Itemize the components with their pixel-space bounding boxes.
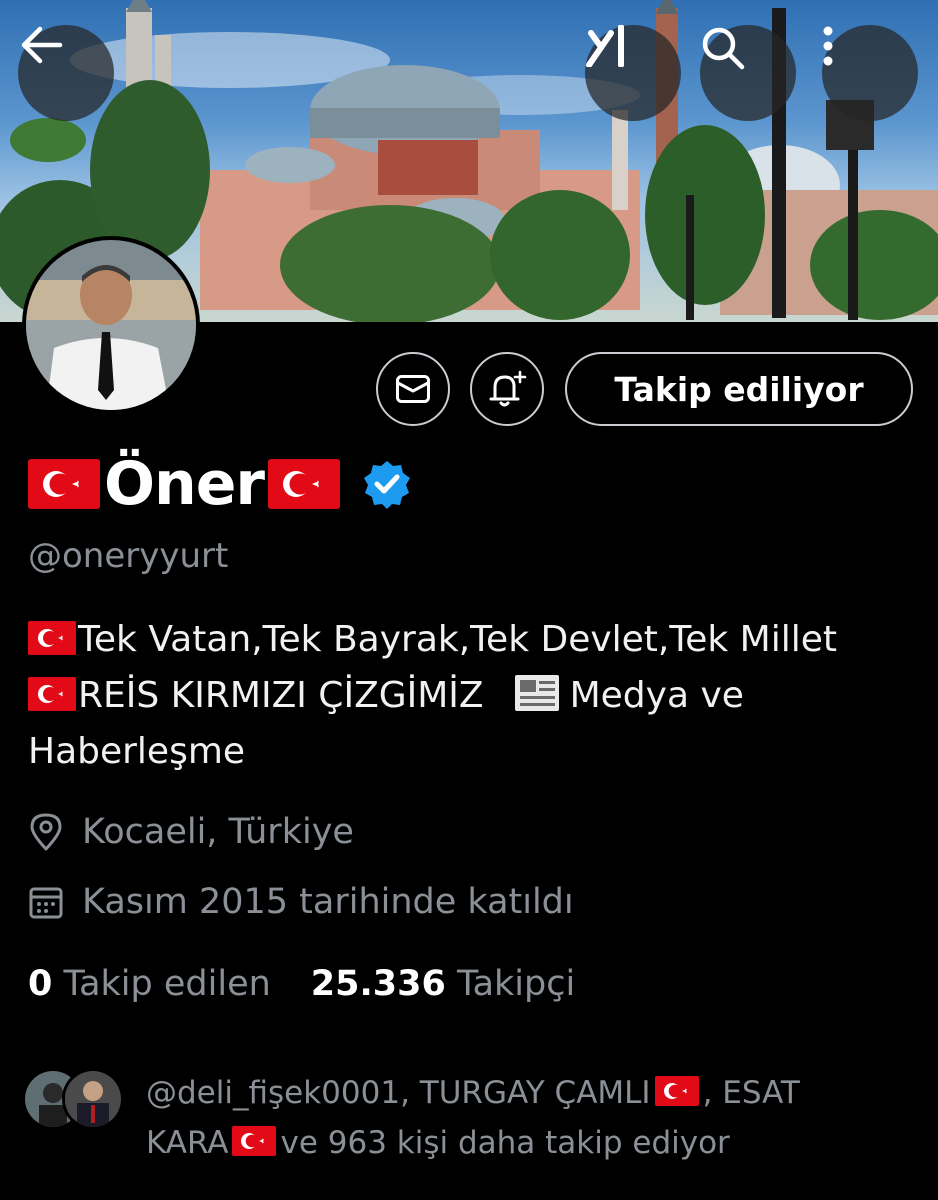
following-count: 0 bbox=[28, 964, 53, 1004]
followed-by-part1: @deli_fişek0001, TURGAY ÇAMLI bbox=[146, 1075, 651, 1111]
following-stat[interactable]: 0 Takip edilen bbox=[28, 964, 271, 1004]
bell-plus-icon bbox=[489, 370, 527, 407]
location-pin-icon bbox=[30, 813, 62, 851]
turkey-flag-icon bbox=[28, 459, 100, 509]
followed-by-part3: KARA bbox=[146, 1125, 229, 1161]
notifications-button[interactable] bbox=[470, 352, 544, 426]
search-button[interactable] bbox=[700, 25, 796, 121]
followed-by-part4: ve 963 kişi daha takip ediyor bbox=[280, 1125, 730, 1161]
followers-count: 25.336 bbox=[310, 964, 446, 1004]
followed-by-row[interactable]: @deli_fişek0001, TURGAY ÇAMLI , ESAT KARA… bbox=[22, 1068, 800, 1161]
location-row: Kocaeli, Türkiye bbox=[28, 812, 354, 852]
followers-label: Takipçi bbox=[457, 964, 576, 1004]
calendar-icon bbox=[29, 887, 63, 919]
followed-by-text: @deli_fişek0001, TURGAY ÇAMLI , ESAT KARA… bbox=[146, 1068, 906, 1168]
location-text: Kocaeli, Türkiye bbox=[82, 812, 354, 852]
turkey-flag-icon bbox=[268, 459, 341, 509]
message-button[interactable] bbox=[376, 352, 450, 426]
bio-line-3: Haberleşme bbox=[28, 731, 246, 772]
display-name: Öner bbox=[104, 449, 265, 519]
bio-line-2b: Medya ve bbox=[569, 675, 744, 716]
mail-icon bbox=[396, 375, 430, 403]
avatar-image bbox=[26, 240, 196, 410]
search-icon bbox=[702, 27, 745, 70]
bio-line-1: Tek Vatan,Tek Bayrak,Tek Devlet,Tek Mill… bbox=[78, 619, 838, 660]
profile-stats: 0 Takip edilen 25.336 Takipçi bbox=[28, 964, 575, 1004]
turkey-flag-icon bbox=[28, 621, 76, 655]
back-button[interactable] bbox=[18, 25, 114, 121]
newspaper-icon bbox=[514, 675, 559, 711]
followed-by-part2: , ESAT bbox=[702, 1075, 800, 1111]
join-date-row: Kasım 2015 tarihinde katıldı bbox=[28, 882, 574, 922]
arrow-left-icon bbox=[21, 26, 63, 64]
join-date-text: Kasım 2015 tarihinde katıldı bbox=[82, 882, 574, 922]
profile-bio: Tek Vatan,Tek Bayrak,Tek Devlet,Tek Mill… bbox=[28, 612, 928, 780]
profile-avatar[interactable] bbox=[22, 236, 200, 414]
following-button[interactable]: Takip ediliyor bbox=[565, 352, 913, 426]
more-vertical-icon bbox=[823, 26, 833, 66]
turkey-flag-icon bbox=[28, 677, 76, 711]
grok-button[interactable] bbox=[585, 25, 681, 121]
follower-avatar bbox=[62, 1068, 124, 1130]
profile-handle: @oneryyurt bbox=[28, 536, 229, 576]
display-name-row: Öner bbox=[28, 448, 412, 520]
more-button[interactable] bbox=[822, 25, 918, 121]
following-label: Takip edilen bbox=[63, 964, 271, 1004]
verified-badge-icon[interactable] bbox=[362, 459, 412, 509]
bio-line-2a: REİS KIRMIZI ÇİZGİMİZ bbox=[78, 675, 484, 716]
turkey-flag-icon bbox=[654, 1076, 699, 1106]
turkey-flag-icon bbox=[232, 1126, 277, 1156]
followers-stat[interactable]: 25.336 Takipçi bbox=[311, 964, 575, 1004]
grok-icon bbox=[586, 25, 624, 67]
